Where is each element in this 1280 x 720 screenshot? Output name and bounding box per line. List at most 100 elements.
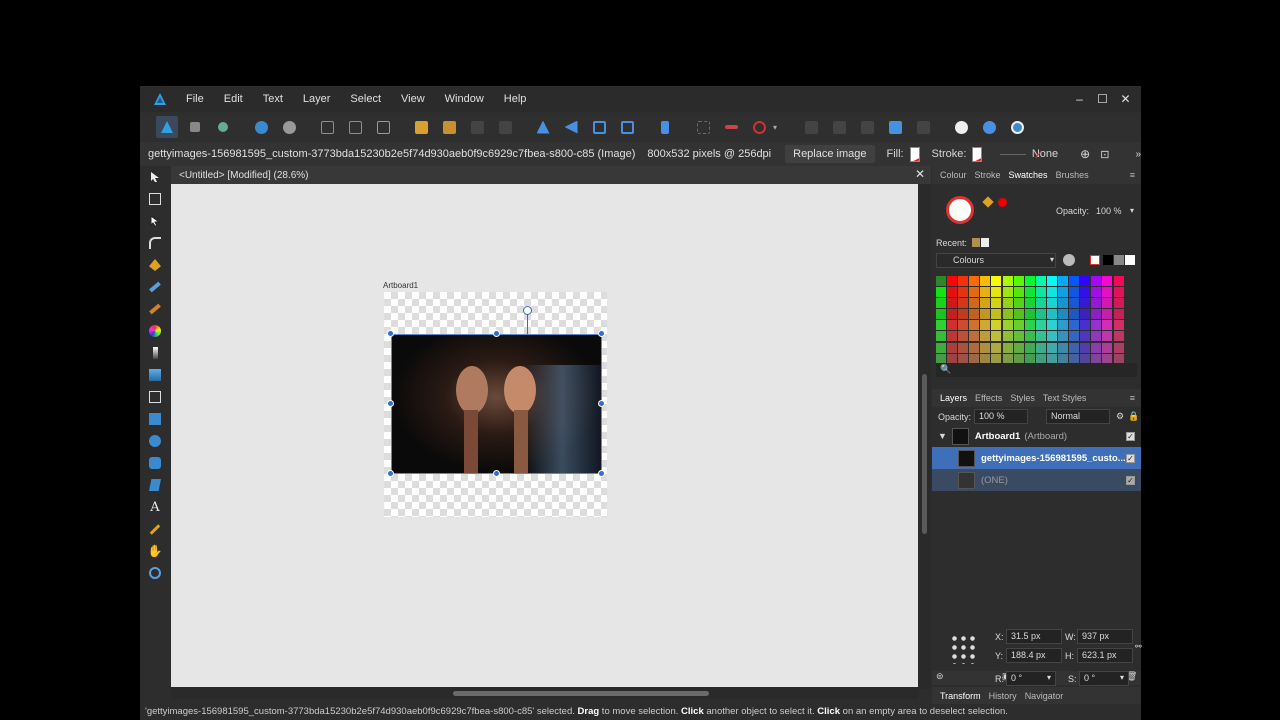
color-swatch[interactable] [1013,287,1024,298]
selection-handle-tr[interactable] [598,330,605,337]
layers-menu-icon[interactable]: ≡ [1130,393,1135,403]
y-field[interactable]: 188.4 px [1006,648,1062,663]
document-canvas[interactable]: Artboard1 [171,184,918,687]
color-swatch[interactable] [1080,309,1091,320]
tab-brushes[interactable]: Brushes [1056,170,1089,180]
color-swatch[interactable] [947,342,958,353]
color-swatch[interactable] [1013,342,1024,353]
arrange-back-icon[interactable] [438,116,460,138]
w-field[interactable]: 937 px [1077,629,1133,644]
swatch-grid[interactable] [936,276,1124,364]
layer-row[interactable]: gettyimages-156981595_custo... ✓ [932,447,1141,469]
boolean-intersect-icon[interactable] [856,116,878,138]
color-swatch[interactable] [1002,276,1013,286]
color-swatch[interactable] [1046,309,1057,320]
stroke-swatch[interactable] [972,146,983,162]
palette-dropdown-icon[interactable]: ▾ [1050,255,1054,264]
insert-behind-icon[interactable] [950,116,972,138]
pencil-tool-icon[interactable] [140,276,170,298]
snapping-a-icon[interactable] [316,116,338,138]
color-swatch[interactable] [969,342,980,353]
recent-swatch-2[interactable] [981,238,989,247]
rotation-handle[interactable] [523,306,532,315]
color-swatch[interactable] [947,298,958,309]
snapping-c-icon[interactable] [372,116,394,138]
menu-text[interactable]: Text [263,93,283,105]
arrange-backward-icon[interactable] [494,116,516,138]
color-picker-tool-icon[interactable] [140,518,170,540]
swatch-search-field[interactable]: 🔍 [936,363,1137,377]
vertical-scroll-thumb[interactable] [922,374,927,534]
shear-dropdown-icon[interactable]: ▾ [1120,673,1124,682]
color-swatch[interactable] [1002,320,1013,331]
color-swatch[interactable] [1002,298,1013,309]
selection-handle-ml[interactable] [387,400,394,407]
tab-navigator[interactable]: Navigator [1025,691,1064,701]
visibility-checkbox[interactable]: ✓ [1126,453,1135,463]
color-swatch[interactable] [1058,298,1069,309]
artboard-tool-icon[interactable] [140,188,170,210]
color-swatch[interactable] [1080,287,1091,298]
menu-help[interactable]: Help [504,93,527,105]
color-swatch[interactable] [1058,320,1069,331]
color-swatch[interactable] [936,331,946,342]
designer-persona-icon[interactable] [156,116,178,138]
color-swatch[interactable] [936,309,946,320]
node-tool-icon[interactable] [140,210,170,232]
color-swatch[interactable] [1102,342,1113,353]
color-swatch[interactable] [1113,331,1124,342]
color-swatch[interactable] [1069,298,1080,309]
selection-handle-bm[interactable] [493,470,500,477]
magnet-icon[interactable] [748,116,770,138]
color-swatch[interactable] [1058,309,1069,320]
color-swatch[interactable] [1046,320,1057,331]
color-swatch[interactable] [1035,276,1046,286]
color-swatch[interactable] [958,287,969,298]
color-swatch[interactable] [969,320,980,331]
color-swatch[interactable] [1080,320,1091,331]
color-swatch[interactable] [958,298,969,309]
color-swatch[interactable] [947,276,958,286]
color-swatch[interactable] [1069,287,1080,298]
color-swatch[interactable] [969,309,980,320]
color-swatch[interactable] [1035,287,1046,298]
color-swatch[interactable] [980,287,991,298]
tab-history[interactable]: History [989,691,1017,701]
color-swatch[interactable] [991,309,1002,320]
layer-opacity-field[interactable]: 100 % [974,409,1028,424]
palette-options-icon[interactable] [1063,254,1075,266]
color-swatch[interactable] [980,331,991,342]
text-tool-icon[interactable]: A [140,496,170,518]
color-opacity-value[interactable]: 100 % [1096,206,1122,216]
tab-text-styles[interactable]: Text Styles [1043,393,1087,403]
color-swatch[interactable] [1113,342,1124,353]
snapping-toggle-icon[interactable] [720,116,742,138]
triangle-tool-icon[interactable] [140,474,170,496]
color-swatch[interactable] [958,342,969,353]
selection-handle-tl[interactable] [387,330,394,337]
color-swatch[interactable] [991,287,1002,298]
placed-image[interactable] [391,334,602,474]
assistant-icon[interactable] [250,116,272,138]
color-swatch[interactable] [1102,309,1113,320]
selection-handle-bl[interactable] [387,470,394,477]
tab-effects[interactable]: Effects [975,393,1002,403]
visibility-checkbox[interactable]: ✓ [1126,475,1135,485]
insert-inside-icon[interactable] [1006,116,1028,138]
color-opacity-dropdown-icon[interactable]: ▾ [1130,206,1134,215]
color-swatch[interactable] [969,287,980,298]
pixel-persona-icon[interactable] [184,116,206,138]
color-swatch[interactable] [969,276,980,286]
x-field[interactable]: 31.5 px [1006,629,1062,644]
color-swatch[interactable] [980,342,991,353]
color-swatch[interactable] [991,298,1002,309]
vector-brush-tool-icon[interactable] [140,298,170,320]
tab-transform[interactable]: Transform [940,691,981,701]
panel-menu-icon[interactable]: ≡ [1130,170,1135,180]
tab-colour[interactable]: Colour [940,170,967,180]
color-swatch[interactable] [1102,298,1113,309]
snapping-dropdown-icon[interactable]: ▾ [773,123,777,132]
color-swatch[interactable] [958,331,969,342]
lock-icon[interactable]: 🔒 [1128,411,1139,422]
recent-swatch-1[interactable] [972,238,980,247]
